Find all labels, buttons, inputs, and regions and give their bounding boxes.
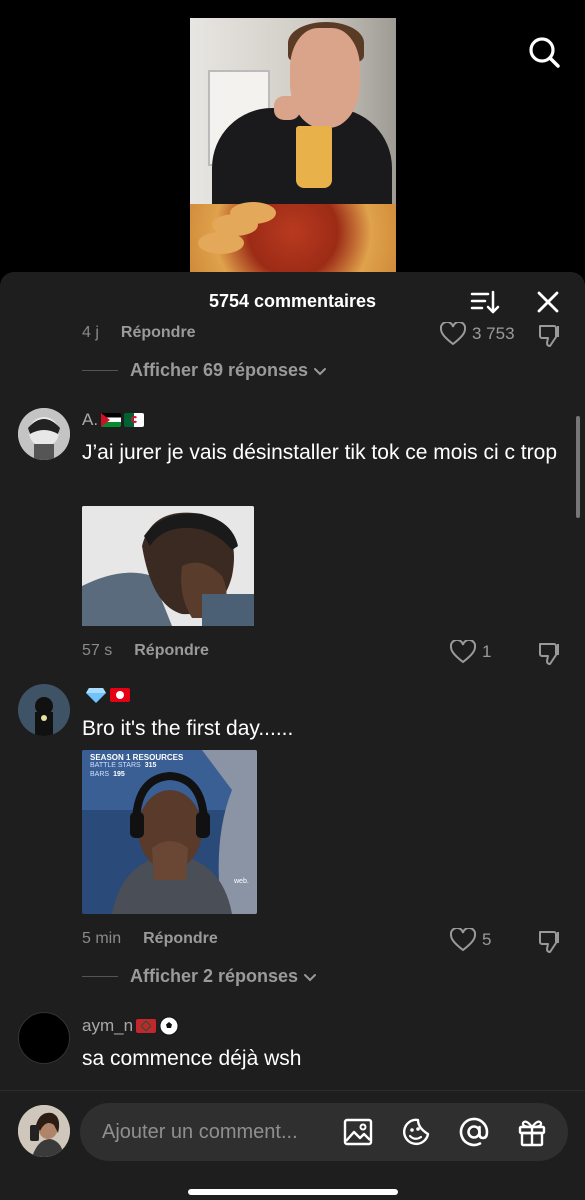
close-icon[interactable] (532, 286, 564, 318)
comment-username[interactable] (82, 686, 130, 704)
dislike-icon[interactable] (536, 640, 564, 668)
current-user-avatar[interactable] (18, 1105, 70, 1157)
comment-text: sa commence déjà wsh (82, 1047, 302, 1070)
reply-button[interactable]: Répondre (134, 642, 209, 660)
comment-gif[interactable] (82, 506, 254, 626)
comment-gif[interactable]: SEASON 1 RESOURCES BATTLE STARS 315 BARS 1… (82, 750, 257, 914)
algeria-flag-icon (124, 413, 145, 427)
dislike-icon[interactable] (536, 928, 564, 956)
comments-list[interactable]: 4 j Répondre 3 753 Afficher 69 réponses (0, 316, 585, 1086)
comment-time: 57 s (82, 642, 113, 659)
search-icon[interactable] (524, 32, 564, 72)
home-indicator (188, 1189, 398, 1195)
show-replies-button[interactable]: Afficher 69 réponses (82, 360, 328, 381)
video-background (0, 0, 585, 290)
like-button[interactable]: 1 (450, 640, 491, 664)
sort-icon[interactable] (468, 286, 500, 318)
show-replies-button[interactable]: Afficher 2 réponses (82, 966, 318, 987)
like-count: 1 (482, 642, 492, 661)
comment-input[interactable] (102, 1103, 330, 1161)
gif-overlay-stars: BATTLE STARS 315 (90, 762, 157, 769)
comment-time: 4 j (82, 324, 99, 341)
palestine-flag-icon (101, 413, 122, 427)
gif-overlay-side: web. (234, 878, 249, 885)
chevron-down-icon (314, 367, 327, 375)
show-replies-label: Afficher 2 réponses (130, 966, 299, 986)
morocco-flag-icon (136, 1019, 157, 1033)
avatar[interactable] (18, 684, 70, 736)
reply-button[interactable]: Répondre (121, 324, 196, 342)
comment-composer (0, 1090, 585, 1200)
comment-time: 5 min (82, 930, 122, 947)
comment-meta: 57 s Répondre (82, 642, 209, 660)
like-count: 3 753 (472, 324, 515, 343)
soccer-ball-icon (159, 1016, 179, 1036)
heart-icon (450, 640, 476, 664)
at-icon[interactable] (458, 1116, 490, 1148)
heart-icon (440, 322, 466, 346)
comment-text: J’ai jurer je vais désinstaller tik tok … (82, 441, 557, 464)
comments-sheet: 5754 commentaires 4 j Répondre 3 753 Aff… (0, 272, 585, 1200)
comment-username[interactable]: aym_n (82, 1016, 179, 1036)
comment-username[interactable]: A. (82, 410, 145, 430)
scrollbar[interactable] (576, 416, 580, 518)
comment-meta: 5 min Répondre (82, 930, 218, 948)
like-button[interactable]: 5 (450, 928, 491, 952)
image-icon[interactable] (342, 1116, 374, 1148)
avatar[interactable] (18, 1012, 70, 1064)
gif-overlay-bars: BARS 195 (90, 771, 125, 778)
heart-icon (450, 928, 476, 952)
video-thumbnail[interactable] (190, 18, 396, 272)
like-count: 5 (482, 930, 492, 949)
tunisia-flag-icon (110, 688, 130, 702)
emoji-icon[interactable] (400, 1116, 432, 1148)
gift-icon[interactable] (516, 1116, 548, 1148)
comment-text: Bro it's the first day...... (82, 717, 294, 740)
dislike-icon[interactable] (536, 322, 564, 350)
divider (82, 370, 118, 371)
like-button[interactable]: 3 753 (440, 322, 515, 346)
gif-overlay-title: SEASON 1 RESOURCES (90, 753, 184, 762)
chevron-down-icon (304, 973, 317, 981)
comment-input-container (80, 1103, 568, 1161)
reply-button[interactable]: Répondre (143, 930, 218, 948)
divider (82, 976, 118, 977)
previous-comment-meta: 4 j Répondre (82, 324, 196, 342)
show-replies-label: Afficher 69 réponses (130, 360, 309, 380)
avatar[interactable] (18, 408, 70, 460)
diamond-icon (86, 688, 106, 703)
